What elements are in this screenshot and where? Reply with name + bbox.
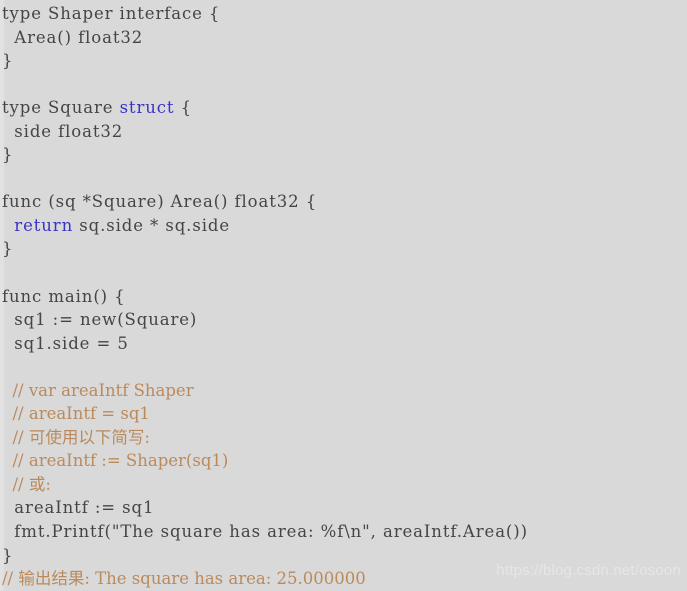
code-text: func (sq *Square) Area() float32 { (2, 192, 318, 212)
code-line: func (sq *Square) Area() float32 { (0, 190, 687, 214)
code-line: sq1 := new(Square) (0, 308, 687, 332)
code-text: type Square (2, 98, 120, 118)
comment-text: // areaIntf := Shaper(sq1) (2, 451, 229, 471)
code-text: func main() { (2, 286, 126, 306)
code-text: areaIntf := sq1 (2, 498, 155, 518)
code-text: sq1 := new(Square) (2, 310, 198, 330)
code-text: side float32 (2, 121, 124, 141)
code-line: } (0, 544, 687, 568)
code-comment-line: // 或: (0, 473, 687, 497)
code-text: fmt.Printf("The square has area: %f\n", … (2, 522, 528, 542)
code-line: type Square struct { (0, 96, 687, 120)
code-line: fmt.Printf("The square has area: %f\n", … (0, 520, 687, 544)
code-line: } (0, 143, 687, 167)
code-comment-line: // 输出结果: The square has area: 25.000000 (0, 567, 687, 591)
code-comment-line: // areaIntf = sq1 (0, 402, 687, 426)
comment-text: // areaIntf = sq1 (2, 404, 150, 424)
comment-text: // 输出结果: The square has area: 25.000000 (2, 569, 366, 589)
comment-text: // var areaIntf Shaper (2, 380, 194, 400)
code-line: return sq.side * sq.side (0, 214, 687, 238)
code-line: func main() { (0, 285, 687, 309)
code-text: sq.side * sq.side (73, 215, 231, 235)
code-text: } (2, 145, 14, 165)
keyword-token: return (14, 215, 74, 235)
code-text: { (174, 98, 192, 118)
code-line: Area() float32 (0, 26, 687, 50)
code-line: side float32 (0, 120, 687, 144)
code-comment-line: // areaIntf := Shaper(sq1) (0, 449, 687, 473)
keyword-token: struct (119, 98, 175, 118)
code-line: sq1.side = 5 (0, 332, 687, 356)
code-comment-line: // var areaIntf Shaper (0, 379, 687, 403)
code-text: } (2, 51, 14, 71)
code-text: } (2, 239, 14, 259)
code-line: areaIntf := sq1 (0, 496, 687, 520)
code-line: } (0, 49, 687, 73)
code-text: sq1.side = 5 (2, 333, 129, 353)
code-lines: type Shaper interface { Area() float32} t… (0, 2, 687, 591)
code-comment-line: // 可使用以下简写: (0, 426, 687, 450)
comment-text: // 可使用以下简写: (2, 427, 150, 447)
code-text: } (2, 545, 14, 565)
code-line: type Shaper interface { (0, 2, 687, 26)
code-line: } (0, 237, 687, 261)
comment-text: // 或: (2, 474, 51, 494)
code-block: type Shaper interface { Area() float32} t… (0, 0, 687, 591)
code-text: type Shaper interface { (2, 4, 221, 23)
code-text: Area() float32 (2, 27, 144, 47)
